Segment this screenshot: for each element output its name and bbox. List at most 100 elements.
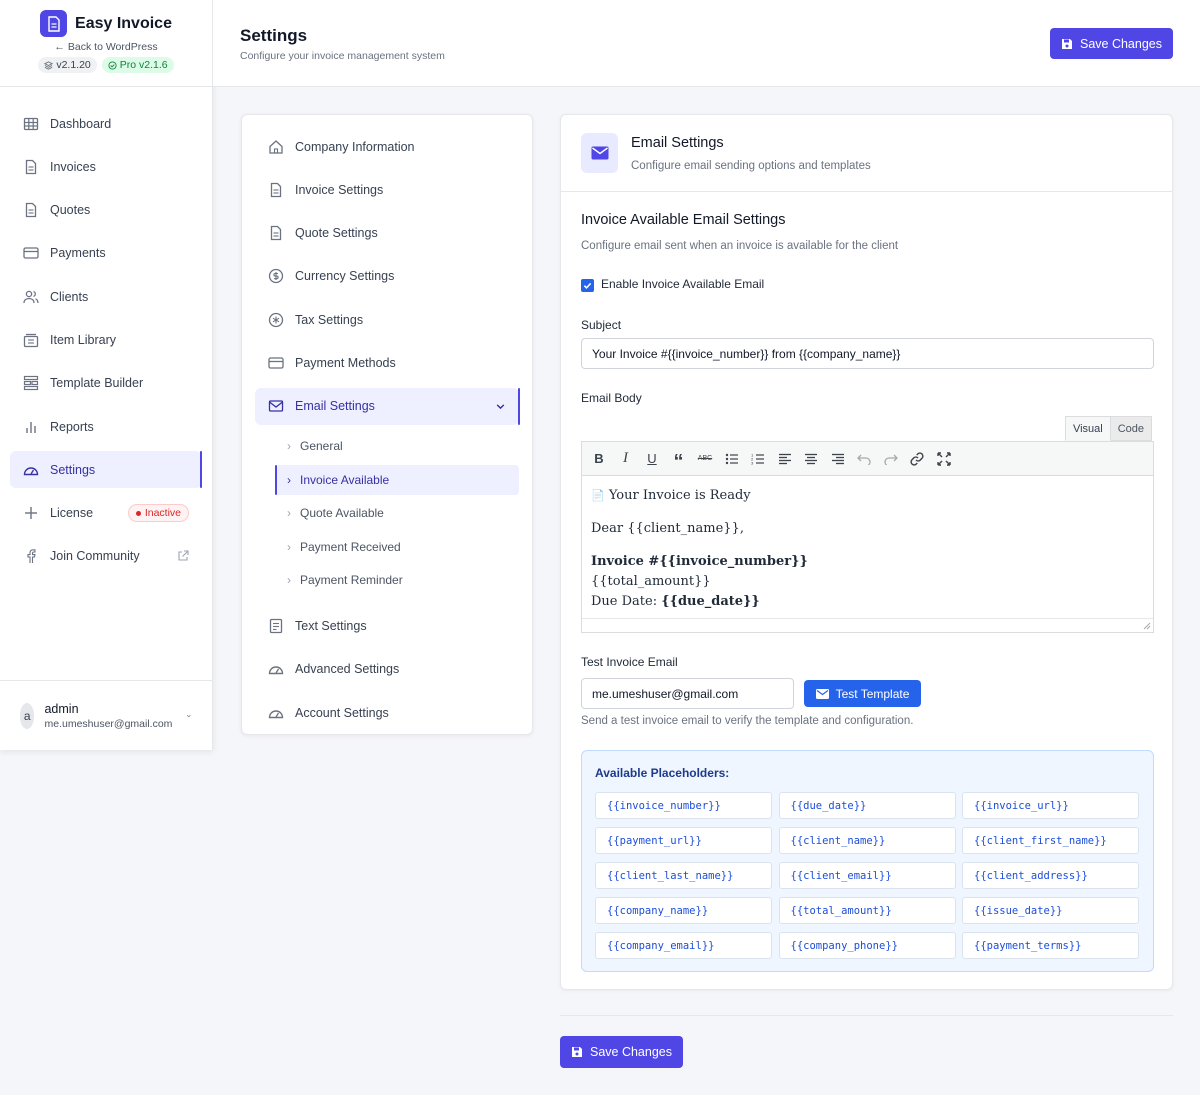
tab-code[interactable]: Code bbox=[1110, 416, 1152, 441]
sidebar-item-label: Settings bbox=[50, 462, 96, 477]
enable-email-row[interactable]: Enable Invoice Available Email bbox=[581, 276, 764, 292]
link-icon[interactable] bbox=[909, 451, 925, 467]
submenu-item-label: Invoice Available bbox=[300, 472, 390, 487]
menu-item-currency-settings[interactable]: Currency Settings bbox=[255, 258, 519, 295]
license-status-badge: Inactive bbox=[127, 504, 189, 523]
menu-item-invoice-settings[interactable]: Invoice Settings bbox=[255, 171, 519, 208]
footer-divider bbox=[560, 1015, 1173, 1016]
placeholder-chip[interactable]: {{company_email}} bbox=[595, 932, 772, 959]
email-heading-text: Your Invoice is Ready bbox=[608, 488, 751, 503]
sidebar-item-license[interactable]: License Inactive bbox=[10, 495, 202, 532]
sidebar-item-dashboard[interactable]: Dashboard bbox=[10, 105, 202, 142]
placeholder-chip[interactable]: {{invoice_number}} bbox=[595, 792, 772, 819]
fullscreen-icon[interactable] bbox=[936, 451, 952, 467]
placeholder-chip[interactable]: {{client_name}} bbox=[778, 827, 956, 854]
placeholder-chip[interactable]: {{company_name}} bbox=[595, 897, 772, 924]
placeholder-chip[interactable]: {{client_email}} bbox=[778, 862, 956, 889]
back-to-wordpress-link[interactable]: ← Back to WordPress bbox=[54, 41, 157, 53]
footer-save-changes-button[interactable]: Save Changes bbox=[560, 1036, 683, 1068]
tab-visual[interactable]: Visual bbox=[1064, 416, 1111, 441]
menu-item-account-settings[interactable]: Account Settings bbox=[255, 694, 519, 731]
due-prefix: Due Date: bbox=[591, 594, 662, 609]
user-menu[interactable]: a admin me.umeshuser@gmail.com bbox=[0, 680, 212, 750]
library-icon bbox=[23, 333, 39, 348]
section-subtitle: Configure email sent when an invoice is … bbox=[581, 240, 899, 252]
undo-icon[interactable] bbox=[856, 451, 872, 467]
underline-icon[interactable]: U bbox=[644, 451, 660, 467]
due-var: {{due_date}} bbox=[661, 594, 760, 609]
menu-item-advanced-settings[interactable]: Advanced Settings bbox=[255, 651, 519, 688]
placeholder-chip[interactable]: {{client_last_name}} bbox=[595, 862, 772, 889]
sidebar-item-label: Quotes bbox=[50, 203, 91, 218]
submenu-item-invoice-available[interactable]: › Invoice Available bbox=[275, 464, 519, 495]
panel-subtitle: Configure email sending options and temp… bbox=[631, 160, 871, 172]
pro-version-badge: Pro v2.1.6 bbox=[101, 57, 174, 73]
placeholder-chip[interactable]: {{total_amount}} bbox=[778, 897, 956, 924]
submenu-item-quote-available[interactable]: › Quote Available bbox=[275, 498, 519, 528]
gauge-icon bbox=[268, 709, 284, 718]
placeholder-chip[interactable]: {{company_phone}} bbox=[778, 932, 956, 959]
sidebar-item-template-builder[interactable]: Template Builder bbox=[10, 365, 202, 402]
numbered-list-icon[interactable]: 123 bbox=[750, 451, 766, 467]
dollar-icon bbox=[268, 269, 284, 284]
menu-item-tax-settings[interactable]: Tax Settings bbox=[255, 301, 519, 338]
align-right-icon[interactable] bbox=[830, 451, 846, 467]
italic-icon[interactable]: I bbox=[618, 450, 634, 467]
sidebar-item-settings[interactable]: Settings bbox=[10, 451, 202, 489]
placeholder-chip[interactable]: {{client_address}} bbox=[962, 862, 1139, 889]
sidebar-item-join-community[interactable]: Join Community bbox=[10, 538, 202, 575]
placeholder-chip[interactable]: {{payment_url}} bbox=[595, 827, 772, 854]
placeholder-chip[interactable]: {{invoice_url}} bbox=[962, 792, 1139, 819]
sidebar-item-payments[interactable]: Payments bbox=[10, 235, 202, 272]
sidebar-item-invoices[interactable]: Invoices bbox=[10, 148, 202, 185]
menu-item-payment-methods[interactable]: Payment Methods bbox=[255, 344, 519, 381]
sidebar-item-clients[interactable]: Clients bbox=[10, 278, 202, 315]
main-nav: Dashboard Invoices Quotes Payments Clien… bbox=[0, 87, 212, 575]
test-email-label: Test Invoice Email bbox=[581, 655, 678, 669]
subject-input[interactable]: Your Invoice #{{invoice_number}} from {{… bbox=[581, 338, 1154, 369]
checkmark-icon bbox=[583, 282, 592, 289]
test-template-button[interactable]: Test Template bbox=[804, 680, 921, 707]
bold-icon[interactable]: B bbox=[591, 451, 607, 467]
bullet-list-icon[interactable] bbox=[724, 451, 740, 467]
placeholder-chip[interactable]: {{payment_terms}} bbox=[962, 932, 1139, 959]
resize-handle-icon[interactable] bbox=[1143, 622, 1151, 630]
email-body-editor[interactable]: B I U “ ABC 123 📄 Your Invoice is Ready … bbox=[581, 441, 1154, 633]
menu-item-company-information[interactable]: Company Information bbox=[255, 128, 519, 165]
blockquote-icon[interactable]: “ bbox=[671, 451, 687, 473]
menu-item-text-settings[interactable]: Text Settings bbox=[255, 608, 519, 645]
editor-content[interactable]: 📄 Your Invoice is Ready Dear {{client_na… bbox=[582, 476, 1153, 622]
submenu-item-payment-received[interactable]: › Payment Received bbox=[275, 532, 519, 562]
test-email-input[interactable]: me.umeshuser@gmail.com bbox=[581, 678, 794, 709]
core-version-text: v2.1.20 bbox=[56, 59, 91, 71]
strikethrough-icon[interactable]: ABC bbox=[697, 451, 713, 467]
save-changes-button[interactable]: Save Changes bbox=[1050, 28, 1173, 59]
sidebar-item-reports[interactable]: Reports bbox=[10, 408, 202, 445]
chevron-right-icon: › bbox=[287, 539, 291, 554]
status-dot-icon bbox=[135, 510, 141, 516]
align-center-icon[interactable] bbox=[803, 451, 819, 467]
submenu-item-general[interactable]: › General bbox=[275, 431, 519, 461]
menu-item-quote-settings[interactable]: Quote Settings bbox=[255, 215, 519, 252]
placeholder-chip[interactable]: {{due_date}} bbox=[778, 792, 956, 819]
sidebar-item-item-library[interactable]: Item Library bbox=[10, 321, 202, 358]
sidebar-item-quotes[interactable]: Quotes bbox=[10, 192, 202, 229]
placeholders-grid: {{invoice_number}} {{due_date}} {{invoic… bbox=[595, 792, 1140, 959]
redo-icon[interactable] bbox=[883, 451, 899, 467]
sidebar-item-label: Payments bbox=[50, 246, 106, 261]
align-left-icon[interactable] bbox=[777, 451, 793, 467]
menu-item-email-settings[interactable]: Email Settings bbox=[255, 387, 520, 425]
facebook-icon bbox=[27, 549, 36, 564]
placeholder-chip[interactable]: {{client_first_name}} bbox=[962, 827, 1139, 854]
enable-email-checkbox[interactable] bbox=[581, 279, 594, 292]
submenu-item-label: Payment Received bbox=[300, 539, 401, 554]
placeholder-chip[interactable]: {{issue_date}} bbox=[962, 897, 1139, 924]
email-settings-submenu: › General › Invoice Available › Quote Av… bbox=[275, 431, 519, 595]
footer-save-label: Save Changes bbox=[589, 1045, 672, 1059]
user-name: admin bbox=[44, 701, 79, 716]
panel-header: Email Settings Configure email sending o… bbox=[561, 115, 1172, 192]
document-icon bbox=[270, 182, 282, 197]
submenu-item-payment-reminder[interactable]: › Payment Reminder bbox=[275, 565, 519, 595]
bar-chart-icon bbox=[26, 421, 36, 433]
